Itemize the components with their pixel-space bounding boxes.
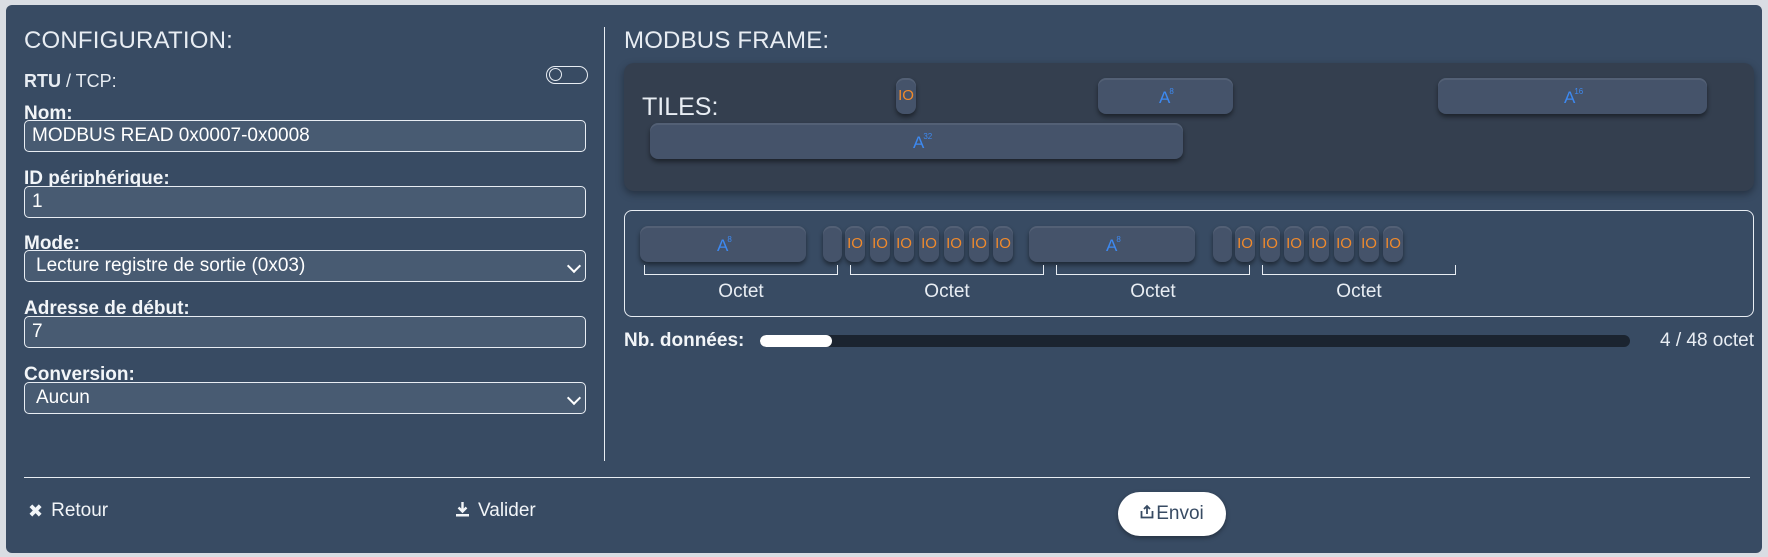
- tile-a8[interactable]: A8: [1098, 78, 1233, 114]
- frame-tile-io-empty[interactable]: [823, 226, 842, 262]
- device-id-input[interactable]: 1: [24, 186, 586, 218]
- tcp-label: / TCP:: [61, 71, 117, 91]
- valider-button[interactable]: Valider: [455, 500, 536, 522]
- octet-bracket: [1262, 265, 1456, 275]
- main-panel: CONFIGURATION: RTU / TCP: Nom: MODBUS RE…: [6, 5, 1762, 553]
- footer-divider: [24, 477, 1750, 478]
- start-address-input[interactable]: 7: [24, 316, 586, 348]
- download-icon: [455, 501, 470, 522]
- rtu-label: RTU: [24, 71, 61, 91]
- octet-bracket: [1056, 265, 1250, 275]
- modbus-frame-title: MODBUS FRAME:: [624, 27, 830, 54]
- tile-a16[interactable]: A16: [1438, 78, 1707, 114]
- tiles-label: TILES:: [642, 93, 719, 121]
- frame-tile-io[interactable]: IO: [870, 226, 890, 262]
- configuration-title: CONFIGURATION:: [24, 27, 234, 54]
- a-icon: A16: [1564, 87, 1584, 107]
- octet-bracket: [850, 265, 1044, 275]
- octet-label: Octet: [1130, 281, 1176, 302]
- frame-tile-io[interactable]: IO: [993, 226, 1013, 262]
- mode-select-value: Lecture registre de sortie (0x03): [36, 255, 306, 276]
- frame-tile-a8[interactable]: A8: [640, 226, 806, 262]
- toggle-knob: [549, 68, 562, 81]
- tiles-palette: TILES: IO A8 A16 A32: [624, 63, 1754, 191]
- retour-button[interactable]: ✖ Retour: [28, 500, 108, 522]
- octet-bracket: [644, 265, 838, 275]
- envoi-button[interactable]: Envoi: [1118, 492, 1226, 536]
- tile-io[interactable]: IO: [896, 78, 916, 114]
- tile-a32[interactable]: A32: [650, 123, 1183, 159]
- chevron-down-icon: [566, 390, 582, 406]
- frame-tile-io[interactable]: IO: [1334, 226, 1354, 262]
- frame-tile-io[interactable]: IO: [1359, 226, 1379, 262]
- io-label: IO: [898, 87, 914, 104]
- frame-tile-io[interactable]: IO: [1309, 226, 1329, 262]
- frame-tile-io[interactable]: IO: [894, 226, 914, 262]
- conversion-select[interactable]: Aucun: [24, 382, 586, 414]
- mode-select[interactable]: Lecture registre de sortie (0x03): [24, 250, 586, 282]
- chevron-down-icon: [566, 258, 582, 274]
- a-icon: A8: [717, 235, 732, 255]
- close-icon: ✖: [28, 500, 44, 521]
- frame-tile-a8[interactable]: A8: [1029, 226, 1195, 262]
- frame-tile-io[interactable]: IO: [1235, 226, 1255, 262]
- data-count-label: Nb. données:: [624, 330, 745, 351]
- data-count-value: 4 / 48 octet: [1659, 330, 1754, 351]
- progress-fill: [760, 335, 833, 347]
- frame-tile-io[interactable]: IO: [845, 226, 865, 262]
- protocol-toggle[interactable]: [546, 66, 588, 84]
- protocol-label: RTU / TCP:: [24, 71, 117, 92]
- nom-input[interactable]: MODBUS READ 0x0007-0x0008: [24, 120, 586, 152]
- upload-icon: [1140, 504, 1154, 524]
- frame-tile-io[interactable]: IO: [1284, 226, 1304, 262]
- frame-tile-io[interactable]: IO: [944, 226, 964, 262]
- frame-tile-io-empty[interactable]: [1213, 226, 1232, 262]
- valider-label: Valider: [478, 500, 536, 521]
- a-icon: A8: [1106, 235, 1121, 255]
- data-progress-bar: [760, 335, 1630, 347]
- a-icon: A8: [1159, 87, 1174, 107]
- retour-label: Retour: [51, 500, 109, 521]
- octet-label: Octet: [718, 281, 764, 302]
- octet-label: Octet: [924, 281, 970, 302]
- conversion-select-value: Aucun: [36, 387, 90, 408]
- frame-tile-io[interactable]: IO: [919, 226, 939, 262]
- vertical-divider: [604, 27, 605, 461]
- frame-tile-io[interactable]: IO: [1260, 226, 1280, 262]
- frame-tile-io[interactable]: IO: [1383, 226, 1403, 262]
- envoi-label: Envoi: [1156, 503, 1204, 524]
- a-icon: A32: [913, 132, 933, 152]
- octet-label: Octet: [1336, 281, 1382, 302]
- frame-tile-io[interactable]: IO: [969, 226, 989, 262]
